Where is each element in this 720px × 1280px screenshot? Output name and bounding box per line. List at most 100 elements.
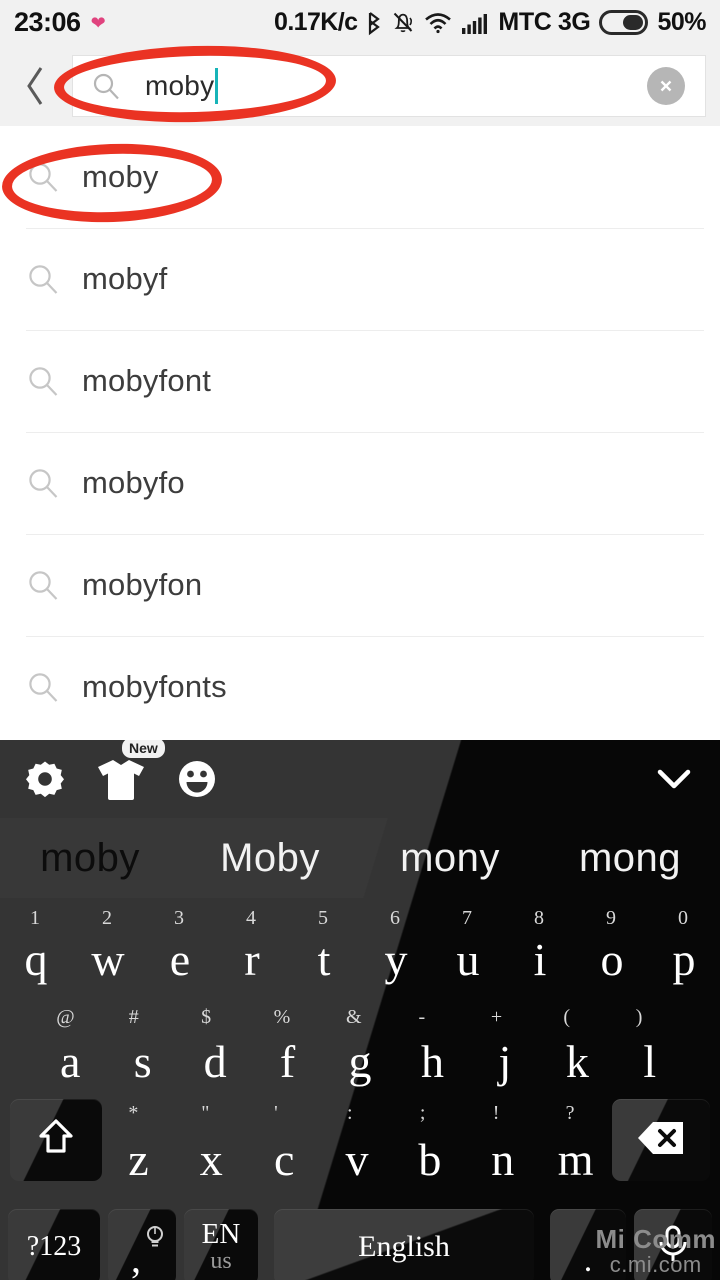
microphone-key[interactable] <box>634 1208 712 1280</box>
key-h[interactable]: -h <box>396 999 468 1099</box>
shift-key[interactable] <box>10 1099 102 1181</box>
key-hint: * <box>128 1102 139 1124</box>
word-suggestion-2[interactable]: mony <box>360 836 540 881</box>
key-n[interactable]: ! n <box>466 1099 539 1199</box>
list-item[interactable]: mobyfont <box>0 330 720 432</box>
key-label: j <box>498 1035 512 1087</box>
period-label: . <box>583 1241 593 1279</box>
clear-search-button[interactable] <box>647 66 685 105</box>
key-j[interactable]: + j <box>469 999 541 1099</box>
suggestion-label: mobyfont <box>82 363 212 398</box>
key-r[interactable]: 4r <box>216 904 288 999</box>
key-label: e <box>169 934 191 985</box>
search-icon <box>26 466 82 500</box>
key-p[interactable]: 0p <box>648 904 720 999</box>
key-t[interactable]: 5t <box>288 904 360 999</box>
key-hint: ; <box>419 1102 426 1124</box>
keyboard-row-1: 1q 2w 3e 4r 5t 6y 7u 8i 9o 0p <box>0 904 720 999</box>
keyboard-row-3: * z " x ' c :v ; b ! n ? m <box>0 1099 720 1199</box>
key-hint: ! <box>492 1102 500 1124</box>
key-label: p <box>672 934 696 985</box>
key-hint: $ <box>201 1006 212 1028</box>
suggestion-label: mobyfon <box>82 567 203 602</box>
status-time: 23:06 <box>14 7 81 37</box>
key-label: m <box>557 1133 594 1185</box>
language-key[interactable]: EN us <box>184 1208 258 1280</box>
keyboard-key-rows: 1q 2w 3e 4r 5t 6y 7u 8i 9o 0p @ a # s $ d %… <box>0 898 720 1280</box>
new-badge: New <box>122 740 165 759</box>
search-icon <box>26 364 82 398</box>
comma-key[interactable]: , <box>108 1208 176 1280</box>
key-e[interactable]: 3e <box>144 904 216 999</box>
key-label: h <box>420 1035 444 1087</box>
key-a[interactable]: @ a <box>34 999 106 1099</box>
period-key[interactable]: . <box>550 1208 626 1280</box>
word-suggestion-3[interactable]: mong <box>540 836 720 881</box>
key-d[interactable]: $ d <box>179 999 251 1099</box>
keyboard-row-2: @ a # s $ d % f & g -h + j (k ) l <box>0 999 720 1099</box>
list-item[interactable]: moby <box>0 126 720 228</box>
list-item[interactable]: mobyf <box>0 228 720 330</box>
word-suggestion-1[interactable]: Moby <box>180 836 360 881</box>
key-k[interactable]: (k <box>541 999 613 1099</box>
gear-icon[interactable] <box>22 756 68 802</box>
key-y[interactable]: 6y <box>360 904 432 999</box>
suggestion-label: moby <box>82 159 159 194</box>
key-hint: # <box>128 1006 139 1028</box>
backspace-key[interactable] <box>612 1099 711 1181</box>
keyboard-toolbar: New <box>0 740 720 818</box>
list-item[interactable]: mobyfonts <box>0 636 720 738</box>
key-w[interactable]: 2w <box>72 904 144 999</box>
wifi-icon <box>424 11 452 35</box>
text-caret <box>215 67 219 104</box>
key-label: r <box>244 934 260 985</box>
key-label: i <box>533 934 547 985</box>
key-b[interactable]: ; b <box>393 1099 466 1199</box>
tshirt-icon[interactable]: New <box>96 740 165 802</box>
status-bar-right: 0.17K/c MTC 3G 50% <box>274 8 706 37</box>
key-label: g <box>348 1035 372 1087</box>
key-label: x <box>199 1133 223 1185</box>
status-bar-left: 23:06 ❤ <box>14 7 106 38</box>
key-hint: : <box>347 1102 353 1124</box>
space-key[interactable]: English <box>274 1208 534 1280</box>
key-x[interactable]: " x <box>175 1099 248 1199</box>
search-input[interactable]: moby <box>72 54 706 117</box>
symbols-key[interactable]: ?123 <box>8 1208 100 1280</box>
key-label: a <box>60 1035 81 1087</box>
key-hint: ? <box>565 1102 575 1124</box>
key-label: y <box>384 934 408 985</box>
key-m[interactable]: ? m <box>539 1099 612 1199</box>
list-item[interactable]: mobyfo <box>0 432 720 534</box>
key-hint: ( <box>563 1006 570 1028</box>
search-icon <box>26 670 82 704</box>
key-q[interactable]: 1q <box>0 904 72 999</box>
list-item[interactable]: mobyfon <box>0 534 720 636</box>
key-i[interactable]: 8i <box>504 904 576 999</box>
smiley-icon[interactable] <box>174 756 220 802</box>
key-l[interactable]: ) l <box>614 999 686 1099</box>
chevron-down-icon[interactable] <box>650 763 698 795</box>
search-query-text: moby <box>145 67 219 104</box>
language-secondary: us <box>210 1248 232 1274</box>
key-s[interactable]: # s <box>106 999 178 1099</box>
key-c[interactable]: ' c <box>248 1099 321 1199</box>
key-v[interactable]: :v <box>321 1099 394 1199</box>
phone-screen: 23:06 ❤ 0.17K/c MTC 3G 50% moby moby mob… <box>0 0 720 1280</box>
key-o[interactable]: 9o <box>576 904 648 999</box>
key-label: q <box>24 934 48 985</box>
key-hint: 3 <box>174 907 184 929</box>
key-g[interactable]: & g <box>324 999 396 1099</box>
key-z[interactable]: * z <box>102 1099 175 1199</box>
key-label: v <box>345 1133 369 1185</box>
word-suggestion-0[interactable]: moby <box>0 836 180 881</box>
key-hint: 4 <box>246 907 256 929</box>
key-u[interactable]: 7u <box>432 904 504 999</box>
back-button[interactable] <box>0 45 72 126</box>
key-hint: @ <box>56 1006 75 1028</box>
symbols-label: ?123 <box>26 1230 82 1262</box>
key-label: s <box>133 1035 152 1087</box>
search-query-value: moby <box>145 69 215 101</box>
key-hint: 6 <box>390 907 400 929</box>
key-f[interactable]: % f <box>251 999 323 1099</box>
